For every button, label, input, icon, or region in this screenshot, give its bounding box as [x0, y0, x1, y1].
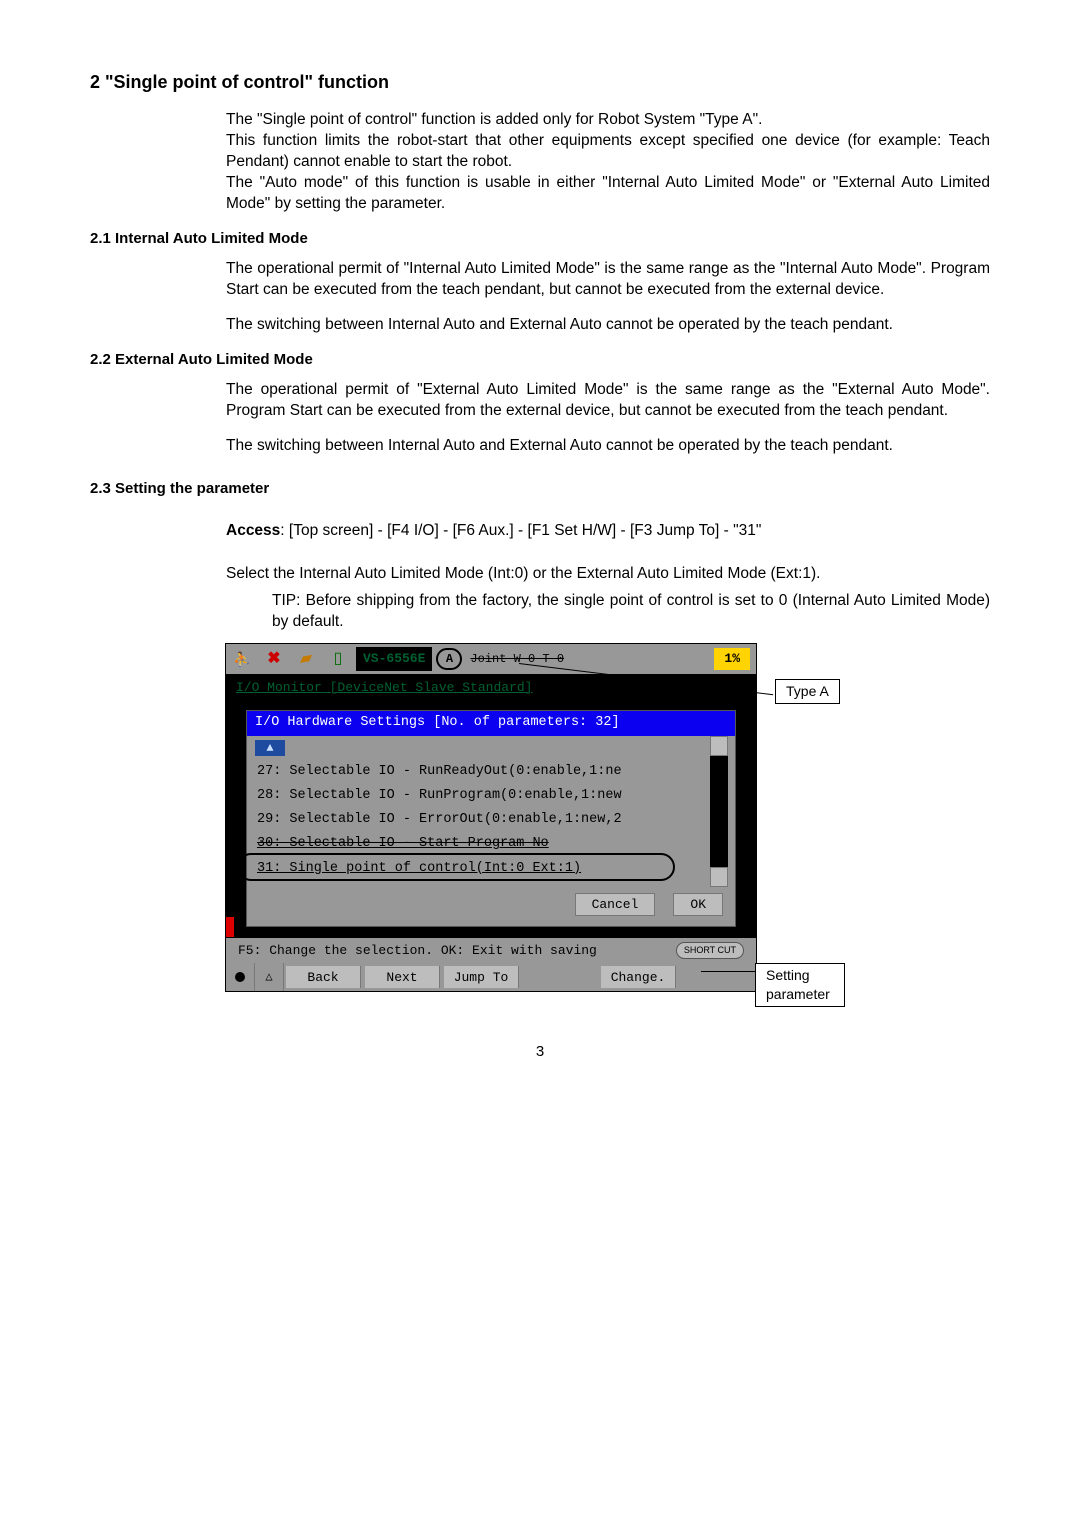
s22-p1: The operational permit of "External Auto… [226, 380, 990, 422]
stop-icon: ✖ [262, 647, 286, 671]
scrollbar[interactable] [710, 736, 728, 886]
section-title: 2 "Single point of control" function [90, 70, 990, 94]
intro-line-1: The "Single point of control" function i… [226, 111, 762, 128]
status-red-indicator [226, 917, 234, 937]
param-row-28[interactable]: 28: Selectable IO - RunProgram(0:enable,… [247, 784, 735, 808]
footer-empty [680, 966, 754, 988]
intro-line-2: This function limits the robot-start tha… [226, 132, 990, 170]
hw-settings-dialog: I/O Hardware Settings [No. of parameters… [246, 710, 736, 926]
screen-subtitle: I/O Monitor [DeviceNet Slave Standard] [226, 675, 756, 701]
shortcut-badge[interactable]: SHORT CUT [676, 942, 744, 958]
next-button[interactable]: Next [365, 966, 440, 988]
cancel-button[interactable]: Cancel [575, 893, 656, 916]
led-indicator [226, 963, 255, 991]
hint-text: F5: Change the selection. OK: Exit with … [238, 942, 597, 960]
scrollbar-thumb[interactable] [710, 867, 728, 887]
hint-bar: F5: Change the selection. OK: Exit with … [226, 937, 756, 964]
s22-p2: The switching between Internal Auto and … [226, 436, 990, 457]
s21-p1: The operational permit of "Internal Auto… [226, 259, 990, 301]
param-label: 29: Selectable IO - ErrorOut(0:enable,1:… [257, 811, 685, 829]
tip-text: TIP: Before shipping from the factory, t… [272, 591, 990, 633]
access-path: : [Top screen] - [F4 I/O] - [F6 Aux.] - … [280, 522, 761, 539]
param-label: 30: Selectable IO - Start Program No [257, 835, 685, 853]
titlebar-mid: Joint W 0 T 0 [462, 651, 714, 667]
window-titlebar: ⛹ ✖ ▰ ▯ VS-6556E A Joint W 0 T 0 1% [226, 644, 756, 675]
param-label: 31: Single point of control(Int:0 Ext:1) [257, 860, 685, 878]
jump-to-button[interactable]: Jump To [444, 966, 519, 988]
man-icon: ⛹ [230, 647, 254, 671]
s21-p2: The switching between Internal Auto and … [226, 315, 990, 336]
subhead-2-1: 2.1 Internal Auto Limited Mode [90, 229, 990, 249]
param-label: 28: Selectable IO - RunProgram(0:enable,… [257, 787, 685, 805]
controller-model: VS-6556E [356, 647, 432, 671]
param-row-29[interactable]: 29: Selectable IO - ErrorOut(0:enable,1:… [247, 808, 735, 832]
access-label: Access [226, 522, 280, 539]
param-label: 27: Selectable IO - RunReadyOut(0:enable… [257, 763, 685, 781]
callout-type-a: Type A [775, 679, 840, 704]
leader-line [701, 971, 755, 972]
screenshot-panel: ⛹ ✖ ▰ ▯ VS-6556E A Joint W 0 T 0 1% I/O … [225, 643, 757, 992]
change-button[interactable]: Change. [601, 966, 676, 988]
param-row-27[interactable]: 27: Selectable IO - RunReadyOut(0:enable… [247, 760, 735, 784]
scroll-up-icon[interactable]: ▲ [255, 740, 285, 756]
callout-setting-parameter: Setting parameter [755, 963, 845, 1007]
ok-button[interactable]: OK [673, 893, 723, 916]
ramp-icon: ▰ [294, 645, 318, 673]
param-row-30[interactable]: 30: Selectable IO - Start Program No 1 [247, 832, 735, 856]
select-line-text: Select the Internal Auto Limited Mode (I… [226, 564, 990, 585]
intro-para: The "Single point of control" function i… [226, 110, 990, 215]
page-number: 3 [90, 1042, 990, 1062]
subhead-2-2: 2.2 External Auto Limited Mode [90, 350, 990, 370]
speed-percent: 1% [714, 648, 750, 670]
nav-triangle[interactable]: △ [255, 963, 284, 991]
subhead-2-3: 2.3 Setting the parameter [90, 479, 990, 499]
access-line: Access: [Top screen] - [F4 I/O] - [F6 Au… [226, 521, 990, 542]
footer-empty [523, 966, 597, 988]
dialog-title: I/O Hardware Settings [No. of parameters… [247, 711, 735, 735]
intro-line-3: The "Auto mode" of this function is usab… [226, 174, 990, 212]
doc-icon: ▯ [326, 647, 350, 671]
scrollbar-thumb[interactable] [710, 736, 728, 756]
dialog-area: I/O Hardware Settings [No. of parameters… [226, 710, 756, 936]
back-button[interactable]: Back [286, 966, 361, 988]
footer-bar: △ Back Next Jump To Change. [226, 963, 756, 991]
param-row-31[interactable]: 31: Single point of control(Int:0 Ext:1)… [247, 857, 735, 881]
mode-indicator: A [436, 648, 462, 670]
